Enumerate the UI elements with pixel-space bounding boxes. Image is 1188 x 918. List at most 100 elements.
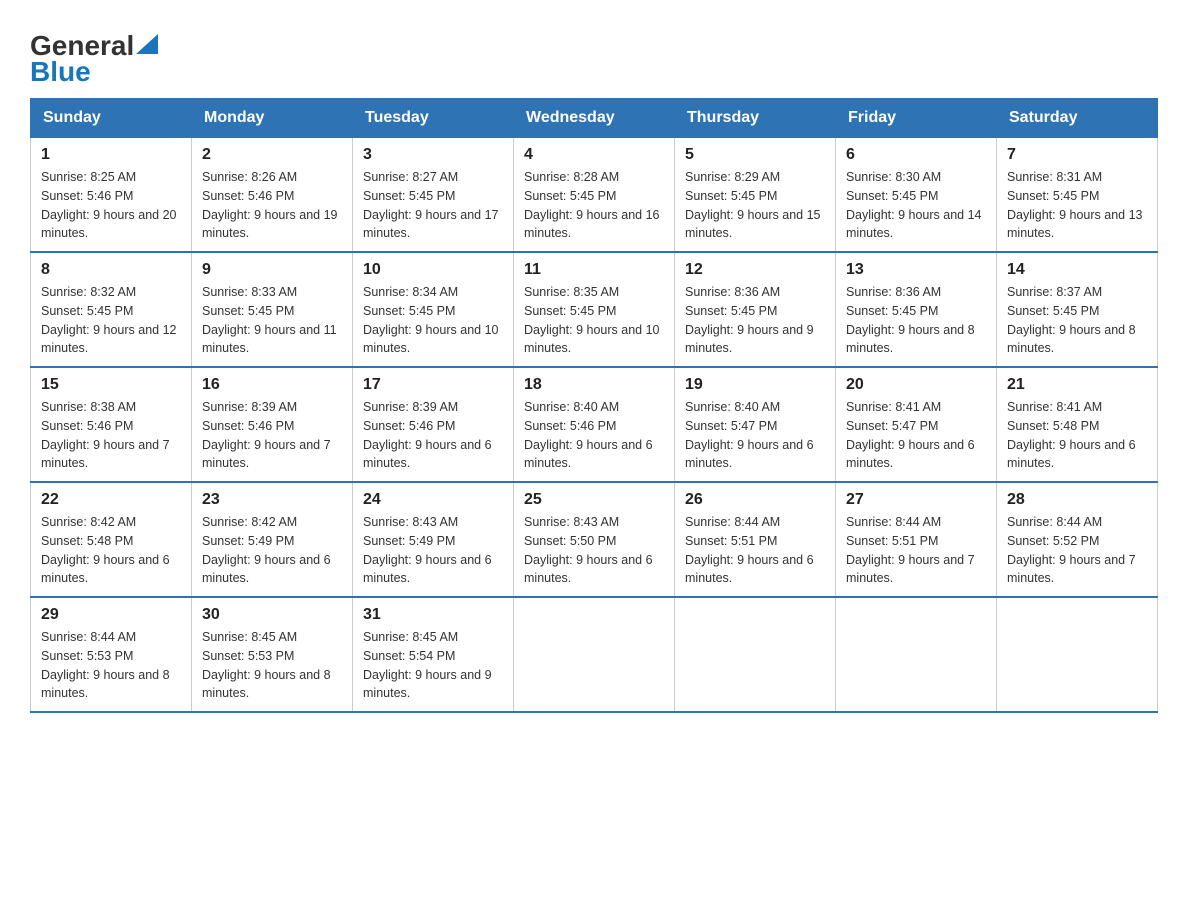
day-info: Sunrise: 8:26 AMSunset: 5:46 PMDaylight:… [202,170,338,240]
day-info: Sunrise: 8:42 AMSunset: 5:48 PMDaylight:… [41,515,170,585]
calendar-cell: 8 Sunrise: 8:32 AMSunset: 5:45 PMDayligh… [31,252,192,367]
calendar-cell: 28 Sunrise: 8:44 AMSunset: 5:52 PMDaylig… [997,482,1158,597]
day-number: 24 [363,491,503,509]
logo-blue: Blue [30,56,91,88]
logo: General Blue [30,30,158,88]
day-number: 22 [41,491,181,509]
day-info: Sunrise: 8:45 AMSunset: 5:54 PMDaylight:… [363,630,492,700]
day-number: 30 [202,606,342,624]
day-info: Sunrise: 8:35 AMSunset: 5:45 PMDaylight:… [524,285,660,355]
day-info: Sunrise: 8:41 AMSunset: 5:48 PMDaylight:… [1007,400,1136,470]
day-info: Sunrise: 8:45 AMSunset: 5:53 PMDaylight:… [202,630,331,700]
day-number: 3 [363,146,503,164]
calendar-cell: 22 Sunrise: 8:42 AMSunset: 5:48 PMDaylig… [31,482,192,597]
day-info: Sunrise: 8:40 AMSunset: 5:46 PMDaylight:… [524,400,653,470]
day-number: 13 [846,261,986,279]
calendar-cell: 27 Sunrise: 8:44 AMSunset: 5:51 PMDaylig… [836,482,997,597]
day-header-sunday: Sunday [31,99,192,138]
calendar-cell: 25 Sunrise: 8:43 AMSunset: 5:50 PMDaylig… [514,482,675,597]
day-number: 31 [363,606,503,624]
day-number: 29 [41,606,181,624]
day-number: 19 [685,376,825,394]
day-number: 5 [685,146,825,164]
day-info: Sunrise: 8:28 AMSunset: 5:45 PMDaylight:… [524,170,660,240]
day-number: 26 [685,491,825,509]
day-number: 8 [41,261,181,279]
day-number: 25 [524,491,664,509]
day-info: Sunrise: 8:27 AMSunset: 5:45 PMDaylight:… [363,170,499,240]
day-info: Sunrise: 8:32 AMSunset: 5:45 PMDaylight:… [41,285,177,355]
day-number: 1 [41,146,181,164]
calendar-cell: 19 Sunrise: 8:40 AMSunset: 5:47 PMDaylig… [675,367,836,482]
day-header-monday: Monday [192,99,353,138]
calendar-table: SundayMondayTuesdayWednesdayThursdayFrid… [30,98,1158,713]
calendar-cell: 21 Sunrise: 8:41 AMSunset: 5:48 PMDaylig… [997,367,1158,482]
day-info: Sunrise: 8:41 AMSunset: 5:47 PMDaylight:… [846,400,975,470]
calendar-cell [675,597,836,712]
calendar-cell: 26 Sunrise: 8:44 AMSunset: 5:51 PMDaylig… [675,482,836,597]
day-number: 18 [524,376,664,394]
calendar-cell: 20 Sunrise: 8:41 AMSunset: 5:47 PMDaylig… [836,367,997,482]
calendar-cell: 11 Sunrise: 8:35 AMSunset: 5:45 PMDaylig… [514,252,675,367]
day-info: Sunrise: 8:44 AMSunset: 5:53 PMDaylight:… [41,630,170,700]
calendar-cell: 30 Sunrise: 8:45 AMSunset: 5:53 PMDaylig… [192,597,353,712]
calendar-week-5: 29 Sunrise: 8:44 AMSunset: 5:53 PMDaylig… [31,597,1158,712]
calendar-cell: 1 Sunrise: 8:25 AMSunset: 5:46 PMDayligh… [31,138,192,253]
day-header-friday: Friday [836,99,997,138]
calendar-cell: 24 Sunrise: 8:43 AMSunset: 5:49 PMDaylig… [353,482,514,597]
calendar-cell: 14 Sunrise: 8:37 AMSunset: 5:45 PMDaylig… [997,252,1158,367]
day-number: 21 [1007,376,1147,394]
calendar-cell: 4 Sunrise: 8:28 AMSunset: 5:45 PMDayligh… [514,138,675,253]
day-info: Sunrise: 8:36 AMSunset: 5:45 PMDaylight:… [685,285,814,355]
calendar-cell: 18 Sunrise: 8:40 AMSunset: 5:46 PMDaylig… [514,367,675,482]
day-number: 20 [846,376,986,394]
calendar-cell: 3 Sunrise: 8:27 AMSunset: 5:45 PMDayligh… [353,138,514,253]
day-number: 7 [1007,146,1147,164]
calendar-cell: 15 Sunrise: 8:38 AMSunset: 5:46 PMDaylig… [31,367,192,482]
page-header: General Blue [30,20,1158,88]
day-number: 10 [363,261,503,279]
day-number: 16 [202,376,342,394]
calendar-cell: 29 Sunrise: 8:44 AMSunset: 5:53 PMDaylig… [31,597,192,712]
calendar-week-1: 1 Sunrise: 8:25 AMSunset: 5:46 PMDayligh… [31,138,1158,253]
day-number: 27 [846,491,986,509]
calendar-header-row: SundayMondayTuesdayWednesdayThursdayFrid… [31,99,1158,138]
calendar-cell: 17 Sunrise: 8:39 AMSunset: 5:46 PMDaylig… [353,367,514,482]
day-info: Sunrise: 8:37 AMSunset: 5:45 PMDaylight:… [1007,285,1136,355]
calendar-cell: 23 Sunrise: 8:42 AMSunset: 5:49 PMDaylig… [192,482,353,597]
day-number: 9 [202,261,342,279]
day-number: 15 [41,376,181,394]
day-number: 6 [846,146,986,164]
calendar-cell [997,597,1158,712]
day-info: Sunrise: 8:25 AMSunset: 5:46 PMDaylight:… [41,170,177,240]
day-number: 12 [685,261,825,279]
day-number: 17 [363,376,503,394]
calendar-cell: 6 Sunrise: 8:30 AMSunset: 5:45 PMDayligh… [836,138,997,253]
calendar-cell: 10 Sunrise: 8:34 AMSunset: 5:45 PMDaylig… [353,252,514,367]
calendar-cell [514,597,675,712]
day-info: Sunrise: 8:38 AMSunset: 5:46 PMDaylight:… [41,400,170,470]
calendar-cell: 7 Sunrise: 8:31 AMSunset: 5:45 PMDayligh… [997,138,1158,253]
calendar-week-3: 15 Sunrise: 8:38 AMSunset: 5:46 PMDaylig… [31,367,1158,482]
day-info: Sunrise: 8:43 AMSunset: 5:49 PMDaylight:… [363,515,492,585]
day-header-tuesday: Tuesday [353,99,514,138]
day-header-saturday: Saturday [997,99,1158,138]
logo-triangle-icon [136,34,158,54]
logo-container: General Blue [30,30,158,88]
day-info: Sunrise: 8:43 AMSunset: 5:50 PMDaylight:… [524,515,653,585]
day-info: Sunrise: 8:30 AMSunset: 5:45 PMDaylight:… [846,170,982,240]
day-info: Sunrise: 8:39 AMSunset: 5:46 PMDaylight:… [202,400,331,470]
day-info: Sunrise: 8:33 AMSunset: 5:45 PMDaylight:… [202,285,337,355]
day-number: 28 [1007,491,1147,509]
calendar-cell: 31 Sunrise: 8:45 AMSunset: 5:54 PMDaylig… [353,597,514,712]
day-info: Sunrise: 8:40 AMSunset: 5:47 PMDaylight:… [685,400,814,470]
day-number: 11 [524,261,664,279]
calendar-week-2: 8 Sunrise: 8:32 AMSunset: 5:45 PMDayligh… [31,252,1158,367]
day-number: 14 [1007,261,1147,279]
calendar-cell [836,597,997,712]
calendar-cell: 5 Sunrise: 8:29 AMSunset: 5:45 PMDayligh… [675,138,836,253]
day-info: Sunrise: 8:44 AMSunset: 5:51 PMDaylight:… [685,515,814,585]
day-info: Sunrise: 8:31 AMSunset: 5:45 PMDaylight:… [1007,170,1143,240]
calendar-cell: 13 Sunrise: 8:36 AMSunset: 5:45 PMDaylig… [836,252,997,367]
day-info: Sunrise: 8:44 AMSunset: 5:51 PMDaylight:… [846,515,975,585]
